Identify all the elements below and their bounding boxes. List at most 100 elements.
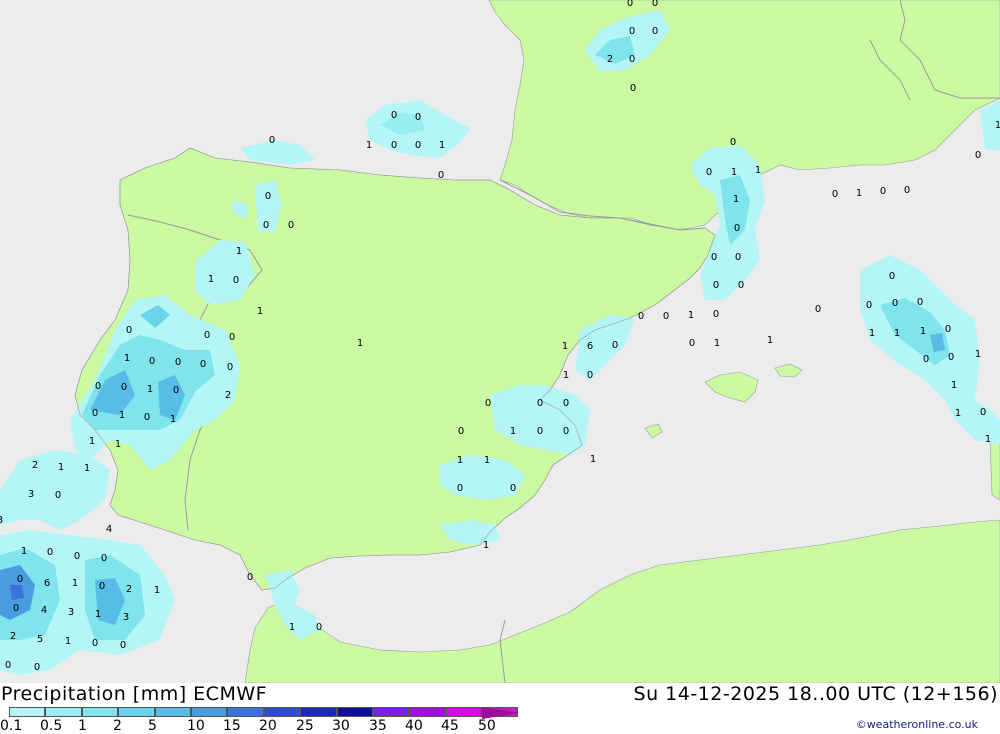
precip-value-label: 6 bbox=[587, 341, 593, 352]
legend-label: 15 bbox=[223, 718, 241, 734]
precip-value-label: 0 bbox=[457, 483, 463, 494]
precip-area-madeira-peak bbox=[10, 585, 24, 600]
precip-value-label: 0 bbox=[638, 311, 644, 322]
legend-labels: 0.1 0.5 1 2 5 10 15 20 25 30 35 40 45 50 bbox=[0, 718, 520, 734]
precip-value-label: 0 bbox=[144, 412, 150, 423]
precip-value-label: 0 bbox=[975, 150, 981, 161]
precip-value-label: 0 bbox=[652, 26, 658, 37]
precip-value-label: 3 bbox=[68, 607, 74, 618]
legend-label: 10 bbox=[187, 718, 205, 734]
legend-swatch bbox=[81, 707, 119, 717]
precip-value-label: 0 bbox=[563, 426, 569, 437]
precip-value-label: 0 bbox=[630, 83, 636, 94]
precip-value-label: 1 bbox=[995, 120, 1000, 131]
precip-value-label: 0 bbox=[247, 572, 253, 583]
precip-value-label: 0 bbox=[706, 167, 712, 178]
legend-swatch bbox=[154, 707, 191, 717]
precip-value-label: 0 bbox=[627, 0, 633, 9]
precip-value-label: 0 bbox=[923, 354, 929, 365]
precip-value-label: 1 bbox=[95, 609, 101, 620]
precip-value-label: 0 bbox=[510, 483, 516, 494]
precip-value-label: 1 bbox=[72, 578, 78, 589]
precip-value-label: 1 bbox=[84, 463, 90, 474]
precip-value-label: 1 bbox=[257, 306, 263, 317]
precip-value-label: 0 bbox=[34, 662, 40, 673]
precip-value-label: 1 bbox=[89, 436, 95, 447]
precip-value-label: 6 bbox=[44, 578, 50, 589]
forecast-time: Su 14-12-2025 18..00 UTC (12+156) bbox=[633, 683, 998, 705]
precip-value-label: 0 bbox=[391, 110, 397, 121]
legend-label: 1 bbox=[78, 718, 87, 734]
precip-value-label: 2 bbox=[607, 54, 613, 65]
legend-swatch bbox=[372, 707, 410, 717]
precip-value-label: 0 bbox=[263, 220, 269, 231]
precip-value-label: 1 bbox=[755, 165, 761, 176]
precip-value-label: 0 bbox=[99, 581, 105, 592]
precip-value-label: 1 bbox=[457, 455, 463, 466]
precip-value-label: 1 bbox=[208, 274, 214, 285]
precip-value-label: 0 bbox=[13, 603, 19, 614]
precip-value-label: 1 bbox=[21, 546, 27, 557]
precip-value-label: 1 bbox=[562, 341, 568, 352]
precip-value-label: 0 bbox=[74, 551, 80, 562]
precip-value-label: 0 bbox=[880, 186, 886, 197]
legend-swatch bbox=[118, 707, 155, 717]
precip-value-label: 3 bbox=[123, 612, 129, 623]
precip-value-label: 0 bbox=[458, 426, 464, 437]
precip-value-label: 0 bbox=[288, 220, 294, 231]
precip-value-label: 0 bbox=[832, 189, 838, 200]
precip-value-label: 0 bbox=[126, 325, 132, 336]
precip-value-label: 0 bbox=[269, 135, 275, 146]
precip-value-label: 0 bbox=[730, 137, 736, 148]
precip-value-label: 0 bbox=[438, 170, 444, 181]
precip-value-label: 1 bbox=[951, 380, 957, 391]
legend-swatch bbox=[45, 707, 82, 717]
precip-value-label: 0 bbox=[229, 332, 235, 343]
credit-link[interactable]: ©weatheronline.co.uk bbox=[856, 718, 978, 731]
precip-value-label: 1 bbox=[767, 335, 773, 346]
precip-value-label: 0 bbox=[948, 352, 954, 363]
legend-swatch bbox=[445, 707, 483, 717]
precip-value-label: 1 bbox=[484, 455, 490, 466]
precip-value-label: 1 bbox=[154, 585, 160, 596]
legend-label: 40 bbox=[405, 718, 423, 734]
precip-value-label: 1 bbox=[58, 462, 64, 473]
precip-value-label: 0 bbox=[92, 638, 98, 649]
legend-label: 30 bbox=[332, 718, 350, 734]
precip-value-label: 1 bbox=[985, 434, 991, 445]
legend-label: 45 bbox=[441, 718, 459, 734]
legend-swatch bbox=[190, 707, 228, 717]
precip-value-label: 0 bbox=[713, 280, 719, 291]
precip-value-label: 1 bbox=[65, 636, 71, 647]
precip-value-label: 0 bbox=[889, 271, 895, 282]
precip-value-label: 0 bbox=[5, 660, 11, 671]
legend-swatch bbox=[9, 707, 46, 717]
precip-value-label: 2 bbox=[126, 584, 132, 595]
precip-value-label: 0 bbox=[485, 398, 491, 409]
precip-value-label: 0 bbox=[227, 362, 233, 373]
precip-value-label: 1 bbox=[688, 310, 694, 321]
precip-value-label: 0 bbox=[917, 297, 923, 308]
precip-value-label: 4 bbox=[41, 605, 47, 616]
precip-value-label: 0 bbox=[101, 553, 107, 564]
precip-value-label: 0 bbox=[17, 574, 23, 585]
precip-value-label: 1 bbox=[920, 326, 926, 337]
precip-value-label: 0 bbox=[866, 300, 872, 311]
precip-value-label: 1 bbox=[590, 454, 596, 465]
precip-value-label: 0 bbox=[173, 385, 179, 396]
precip-value-label: 1 bbox=[357, 338, 363, 349]
precip-value-label: 0 bbox=[47, 547, 53, 558]
precip-value-label: 0 bbox=[95, 381, 101, 392]
precip-value-label: 1 bbox=[714, 338, 720, 349]
legend-label: 5 bbox=[148, 718, 157, 734]
precip-value-label: 2 bbox=[225, 390, 231, 401]
precip-value-label: 0 bbox=[415, 112, 421, 123]
precip-value-label: 1 bbox=[124, 353, 130, 364]
precip-value-label: 0 bbox=[120, 640, 126, 651]
precip-value-label: 0 bbox=[204, 330, 210, 341]
precip-value-label: 0 bbox=[415, 140, 421, 151]
precip-value-label: 1 bbox=[563, 370, 569, 381]
precip-value-label: 1 bbox=[869, 328, 875, 339]
precip-value-label: 0 bbox=[265, 191, 271, 202]
precip-value-label: 0 bbox=[587, 370, 593, 381]
